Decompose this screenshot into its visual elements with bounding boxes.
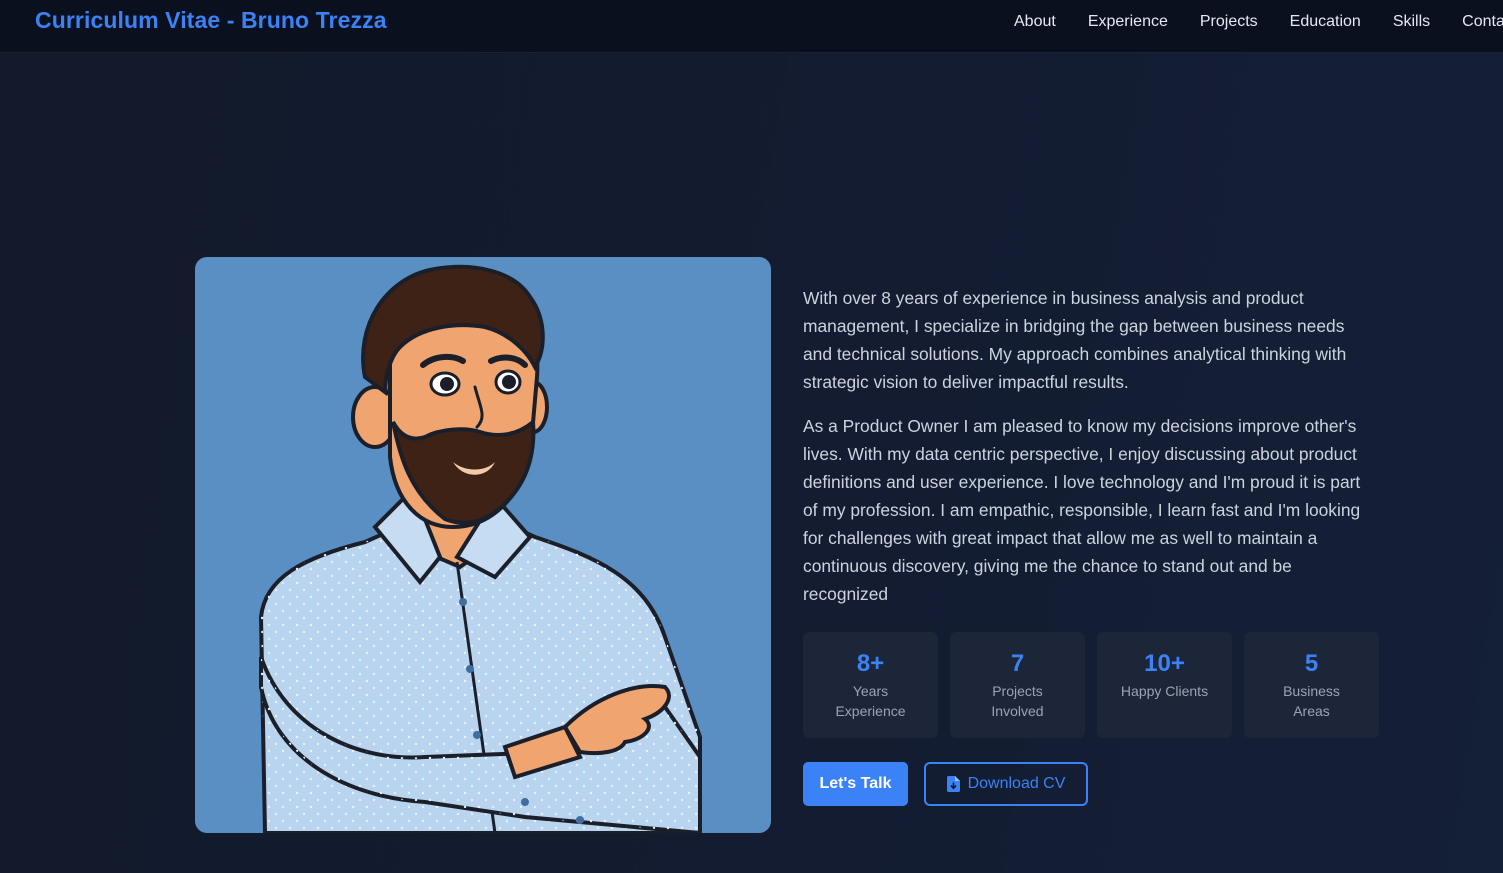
stat-value: 8+ bbox=[856, 650, 885, 677]
about-text: With over 8 years of experience in busin… bbox=[803, 284, 1378, 624]
stat-card: 7 Projects Involved bbox=[950, 632, 1085, 738]
lets-talk-button[interactable]: Let's Talk bbox=[803, 762, 908, 806]
stats-row: 8+ Years Experience 7 Projects Involved … bbox=[803, 632, 1379, 738]
stat-label: Projects Involved bbox=[991, 683, 1044, 719]
nav-contact[interactable]: Contact bbox=[1462, 12, 1503, 32]
main-nav: About Experience Projects Education Skil… bbox=[1014, 12, 1503, 32]
site-title[interactable]: Curriculum Vitae - Bruno Trezza bbox=[35, 7, 387, 34]
nav-education[interactable]: Education bbox=[1290, 12, 1361, 32]
stat-label: Business Areas bbox=[1283, 683, 1340, 719]
stat-card: 5 Business Areas bbox=[1244, 632, 1379, 738]
top-navbar: Curriculum Vitae - Bruno Trezza About Ex… bbox=[0, 0, 1503, 53]
about-paragraph-1: With over 8 years of experience in busin… bbox=[803, 288, 1347, 392]
stat-value: 5 bbox=[1304, 650, 1319, 677]
nav-experience[interactable]: Experience bbox=[1088, 12, 1168, 32]
nav-skills[interactable]: Skills bbox=[1393, 12, 1430, 32]
nav-projects[interactable]: Projects bbox=[1200, 12, 1258, 32]
about-paragraph-2: As a Product Owner I am pleased to know … bbox=[803, 416, 1361, 604]
stat-value: 10+ bbox=[1144, 650, 1185, 677]
profile-illustration bbox=[195, 257, 771, 833]
stat-card: 10+ Happy Clients bbox=[1097, 632, 1232, 738]
stat-value: 7 bbox=[1010, 650, 1025, 677]
stat-label: Happy Clients bbox=[1120, 683, 1209, 699]
download-cv-label: Download CV bbox=[967, 775, 1066, 792]
file-download-icon bbox=[946, 776, 960, 792]
stat-label: Years Experience bbox=[835, 683, 906, 719]
nav-about[interactable]: About bbox=[1014, 12, 1056, 32]
page: Curriculum Vitae - Bruno Trezza About Ex… bbox=[0, 0, 1503, 873]
download-cv-button[interactable]: Download CV bbox=[924, 762, 1088, 806]
stat-card: 8+ Years Experience bbox=[803, 632, 938, 738]
